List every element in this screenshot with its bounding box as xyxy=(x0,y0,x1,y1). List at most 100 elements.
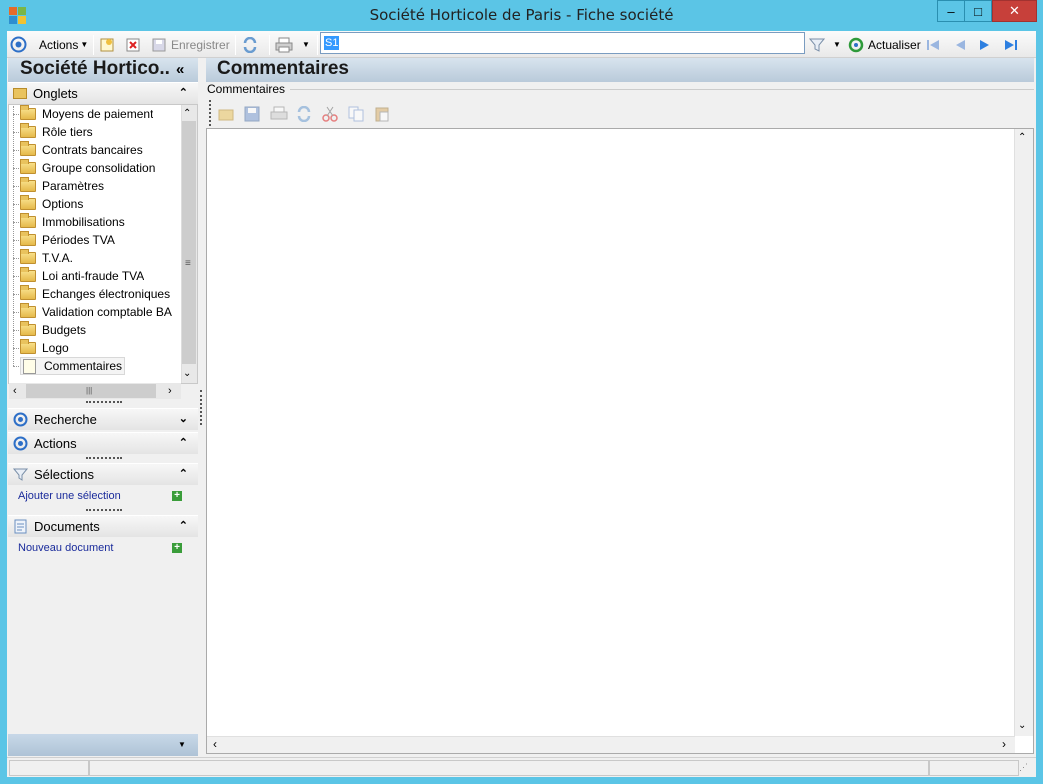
close-button[interactable]: ✕ xyxy=(992,0,1037,22)
splitter-grip[interactable] xyxy=(86,509,122,511)
previous-record-icon[interactable] xyxy=(952,35,968,54)
print-icon[interactable] xyxy=(270,106,288,125)
document-icon xyxy=(23,358,36,374)
minimize-icon: – xyxy=(947,3,955,19)
search-section-header[interactable]: Recherche ⌄ xyxy=(8,408,198,430)
tree-item-label: Moyens de paiement xyxy=(42,107,154,121)
toolbar-grip xyxy=(209,100,211,126)
scroll-down-icon[interactable]: ⌄ xyxy=(183,368,191,379)
save-button[interactable]: Enregistrer xyxy=(151,35,230,54)
actions-menu-icon[interactable] xyxy=(10,35,27,54)
last-record-icon[interactable] xyxy=(1003,35,1019,54)
refresh-button[interactable]: Actualiser xyxy=(848,35,921,54)
resize-grip-icon[interactable]: ⋰ xyxy=(1019,762,1028,773)
print-icon[interactable] xyxy=(275,35,293,54)
scroll-left-icon[interactable]: ‹ xyxy=(13,385,17,397)
tree-item[interactable]: Contrats bancaires xyxy=(20,141,143,159)
filter-icon[interactable] xyxy=(809,35,825,54)
actions-menu[interactable]: Actions ▼ xyxy=(39,35,88,54)
tree-item[interactable]: Rôle tiers xyxy=(20,123,93,141)
folder-icon xyxy=(13,88,27,99)
selections-section-label: Sélections xyxy=(34,467,94,482)
tree-item[interactable]: Moyens de paiement xyxy=(20,105,153,123)
sync-icon[interactable] xyxy=(242,35,258,54)
new-document-link[interactable]: Nouveau document xyxy=(18,542,113,554)
content-title: Commentaires xyxy=(217,58,349,79)
folder-icon xyxy=(20,195,36,210)
splitter-grip[interactable] xyxy=(86,457,122,459)
sync-icon[interactable] xyxy=(296,105,312,125)
tree-item[interactable]: Budgets xyxy=(20,321,86,339)
tree-item[interactable]: Immobilisations xyxy=(20,213,125,231)
selections-section-header[interactable]: Sélections ⌃ xyxy=(8,463,198,485)
tree-item[interactable]: Périodes TVA xyxy=(20,231,115,249)
folder-icon xyxy=(20,249,36,264)
open-folder-icon[interactable] xyxy=(218,106,234,125)
tree-item-label: Budgets xyxy=(42,323,87,337)
actions-section-header[interactable]: Actions ⌃ xyxy=(8,432,198,454)
target-icon xyxy=(13,436,28,451)
folder-icon xyxy=(20,303,36,318)
folder-icon xyxy=(20,141,36,156)
tree-item[interactable]: Validation comptable BA xyxy=(20,303,172,321)
tree-scroll-thumb[interactable] xyxy=(182,121,196,364)
chevron-down-icon: ⌄ xyxy=(178,413,188,425)
new-record-icon[interactable] xyxy=(99,35,115,54)
refresh-icon xyxy=(848,37,864,52)
add-icon[interactable]: + xyxy=(172,543,182,553)
tree-item[interactable]: Options xyxy=(20,195,83,213)
comments-text-area[interactable] xyxy=(206,128,1034,754)
scroll-left-icon[interactable]: ‹ xyxy=(213,737,217,751)
scroll-right-icon[interactable]: › xyxy=(168,385,172,397)
documents-section-header[interactable]: Documents ⌃ xyxy=(8,515,198,537)
tree-item[interactable]: Groupe consolidation xyxy=(20,159,155,177)
left-panel-footer xyxy=(8,734,198,756)
tree-item[interactable]: Commentaires xyxy=(20,357,126,375)
maximize-button[interactable]: □ xyxy=(964,0,992,22)
scroll-up-icon[interactable]: ⌃ xyxy=(183,108,191,119)
next-record-icon[interactable] xyxy=(977,35,993,54)
save-icon[interactable] xyxy=(244,106,260,125)
chevron-down-icon: ▼ xyxy=(80,40,89,49)
tree-item-label: Options xyxy=(42,197,84,211)
panel-splitter[interactable] xyxy=(200,390,202,425)
left-panel-title: Société Hortico.. xyxy=(20,58,170,79)
status-cell xyxy=(89,760,929,776)
collapse-panel-button[interactable]: « xyxy=(176,61,184,78)
status-cell xyxy=(929,760,1019,776)
print-dropdown-icon[interactable]: ▼ xyxy=(302,35,310,54)
delete-icon[interactable] xyxy=(125,35,141,54)
scroll-right-icon[interactable]: › xyxy=(1002,737,1006,751)
tree-item[interactable]: Paramètres xyxy=(20,177,104,195)
folder-icon xyxy=(20,159,36,174)
add-icon[interactable]: + xyxy=(172,491,182,501)
tree-item-label: Commentaires xyxy=(44,359,123,373)
tree-item-label: Groupe consolidation xyxy=(42,161,156,175)
splitter-grip[interactable] xyxy=(86,401,122,403)
add-selection-link[interactable]: Ajouter une sélection xyxy=(18,490,121,502)
search-input[interactable]: S1 xyxy=(320,32,805,54)
editor-vertical-scrollbar[interactable] xyxy=(1014,129,1033,736)
tree-item[interactable]: T.V.A. xyxy=(20,249,73,267)
tree-item-label: Echanges électroniques xyxy=(42,287,171,301)
tree-item-label: Validation comptable BA xyxy=(42,305,172,319)
chevron-down-icon[interactable]: ▼ xyxy=(178,740,186,749)
tabs-section-header[interactable]: Onglets ⌃ xyxy=(8,82,198,104)
copy-icon[interactable] xyxy=(348,106,364,125)
scroll-down-icon[interactable]: ⌄ xyxy=(1018,720,1026,731)
folder-icon xyxy=(20,105,36,120)
tree-item[interactable]: Logo xyxy=(20,339,69,357)
cut-icon[interactable] xyxy=(322,106,338,125)
tree-item[interactable]: Loi anti-fraude TVA xyxy=(20,267,144,285)
filter-dropdown-icon[interactable]: ▼ xyxy=(833,35,841,54)
tree-item[interactable]: Echanges électroniques xyxy=(20,285,170,303)
folder-icon xyxy=(20,177,36,192)
minimize-button[interactable]: – xyxy=(937,0,965,22)
search-section-label: Recherche xyxy=(34,412,97,427)
first-record-icon[interactable] xyxy=(925,35,941,54)
scroll-up-icon[interactable]: ⌃ xyxy=(1018,132,1026,143)
tree-item-label: T.V.A. xyxy=(42,251,73,265)
tree-item-label: Contrats bancaires xyxy=(42,143,143,157)
paste-icon[interactable] xyxy=(374,106,390,125)
editor-horizontal-scrollbar[interactable] xyxy=(207,736,1015,753)
